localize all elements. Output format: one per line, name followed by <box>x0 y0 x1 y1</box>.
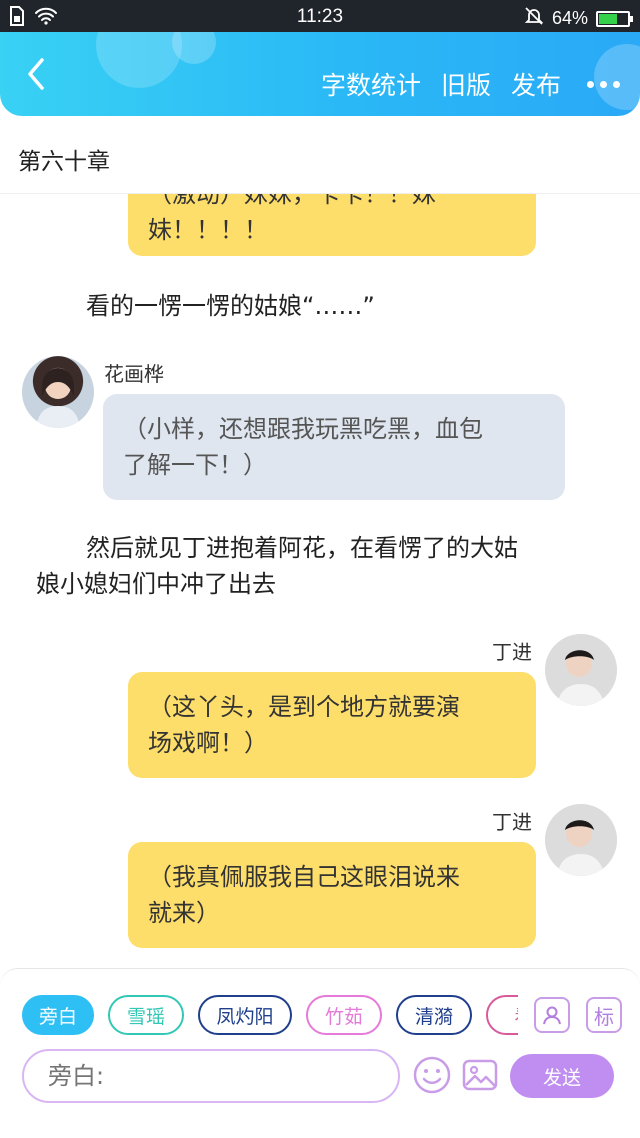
status-bar: 11:23 64% <box>0 0 640 34</box>
composer-panel: 旁白 雪瑶 凤灼阳 竹茹 清漪 看 标 发送 <box>0 968 640 1138</box>
smiley-icon <box>413 1056 451 1094</box>
battery-percent: 64% <box>551 8 588 28</box>
chapter-title[interactable]: 第六十章 <box>18 142 110 176</box>
more-dots-icon[interactable] <box>587 80 620 88</box>
sender-name: 花画桦 <box>104 362 164 386</box>
bell-mute-icon <box>524 6 544 31</box>
send-button[interactable]: 发送 <box>510 1054 614 1098</box>
publish-button[interactable]: 发布 <box>511 66 561 102</box>
battery-icon <box>596 10 633 27</box>
person-icon <box>543 1006 561 1025</box>
message-text: （激动）妹妹，卡卡！！妹 <box>148 194 436 208</box>
chip-character[interactable]: 凤灼阳 <box>198 995 292 1035</box>
chat-area[interactable]: （激动）妹妹，卡卡！！妹 妹！！！！ 看的一愣一愣的姑娘“……” 花画桦 （小样… <box>0 194 640 970</box>
chip-narrator[interactable]: 旁白 <box>22 995 94 1035</box>
word-count-button[interactable]: 字数统计 <box>321 66 421 102</box>
sender-name: 丁进 <box>492 810 532 834</box>
message-input[interactable] <box>22 1049 400 1103</box>
message-text: 场戏啊！） <box>148 729 268 757</box>
chevron-left-icon <box>28 58 44 90</box>
message-text: （小样，还想跟我玩黑吃黑，血包 <box>123 415 483 443</box>
message-bubble: （我真佩服我自己这眼泪说来 就来） <box>128 842 536 948</box>
chip-character[interactable]: 竹茹 <box>306 995 382 1035</box>
avatar[interactable] <box>545 804 617 876</box>
message-text: （这丫头，是到个地方就要演 <box>148 693 460 721</box>
chip-character[interactable]: 看 <box>486 995 518 1035</box>
image-icon <box>462 1059 498 1091</box>
avatar[interactable] <box>545 634 617 706</box>
sender-name: 丁进 <box>492 640 532 664</box>
message-text: 妹！！！！ <box>148 216 268 244</box>
top-header: 字数统计 旧版 发布 <box>0 32 640 116</box>
narration-text: 看的一愣一愣的姑娘“……” <box>86 292 375 320</box>
avatar[interactable] <box>22 356 94 428</box>
app-screen: 11:23 64% 字数统计 旧版 发布 第六十章 （激动）妹妹，卡卡！！妹 妹… <box>0 0 640 1138</box>
narration-line: 然后就见丁进抱着阿花，在看愣了的大姑 <box>86 534 518 562</box>
battery-fill <box>599 13 617 24</box>
chip-character[interactable]: 清漪 <box>396 995 472 1035</box>
chip-character[interactable]: 雪瑶 <box>108 995 184 1035</box>
message-bubble: （激动）妹妹，卡卡！！妹 妹！！！！ <box>128 194 536 256</box>
message-text: 了解一下！） <box>123 451 267 479</box>
character-chips[interactable]: 旁白 雪瑶 凤灼阳 竹茹 清漪 看 <box>20 995 518 1039</box>
narration-line: 娘小媳妇们中冲了出去 <box>36 570 276 598</box>
message-text: 就来） <box>148 899 220 927</box>
message-text: （我真佩服我自己这眼泪说来 <box>148 863 460 891</box>
character-manage-button[interactable] <box>534 997 570 1033</box>
emoji-button[interactable] <box>412 1055 452 1095</box>
old-version-button[interactable]: 旧版 <box>441 66 491 102</box>
image-button[interactable] <box>460 1055 500 1095</box>
message-bubble: （这丫头，是到个地方就要演 场戏啊！） <box>128 672 536 778</box>
chapter-bar: 第六十章 <box>0 126 640 194</box>
back-button[interactable] <box>22 56 52 92</box>
message-bubble: （小样，还想跟我玩黑吃黑，血包 了解一下！） <box>103 394 565 500</box>
decor-circle <box>96 32 182 88</box>
label-button[interactable]: 标 <box>586 997 622 1033</box>
narration-text: 然后就见丁进抱着阿花，在看愣了的大姑 娘小媳妇们中冲了出去 <box>36 530 616 602</box>
